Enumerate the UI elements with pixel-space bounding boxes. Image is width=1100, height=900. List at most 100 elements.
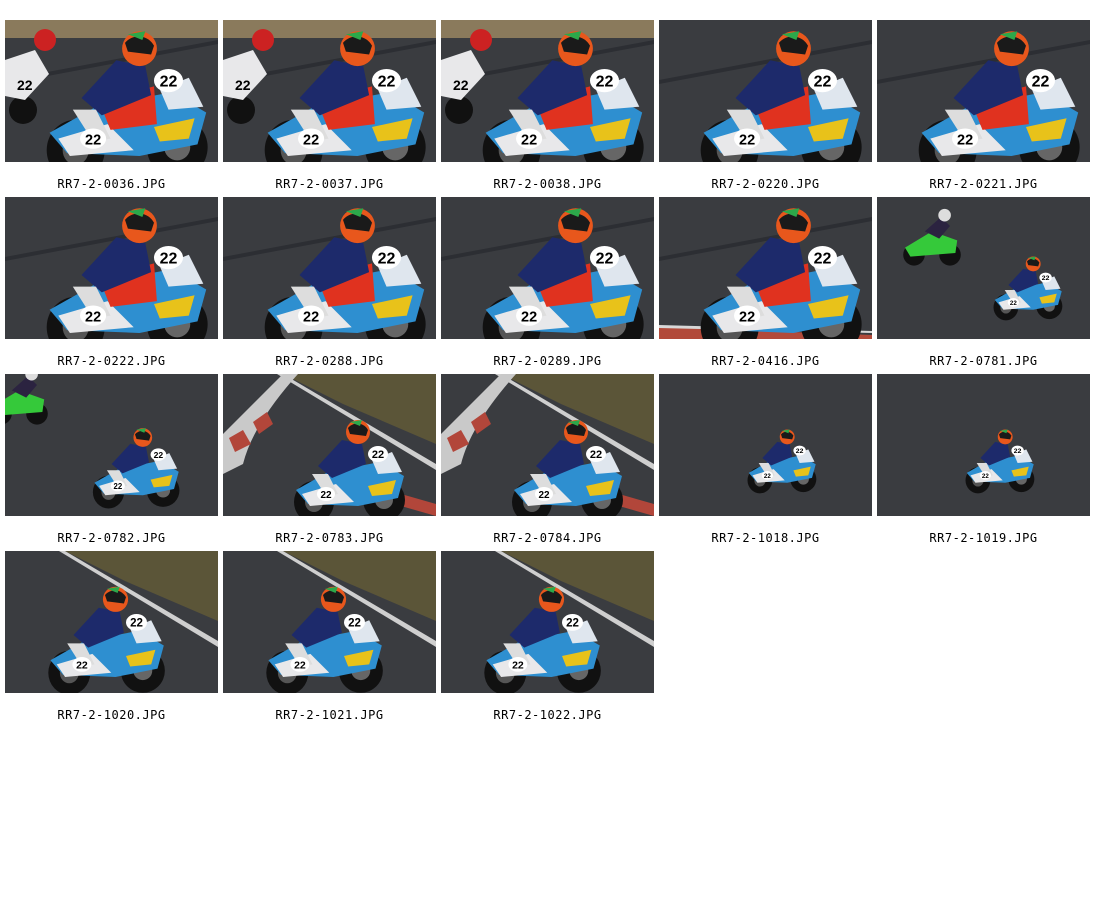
photo-thumbnail[interactable]: 22 22	[223, 197, 436, 339]
racing-photo: 22 22 22	[223, 20, 436, 162]
svg-text:22: 22	[1032, 73, 1050, 90]
racing-photo: 22 22 22	[441, 20, 654, 162]
photo-filename[interactable]: RR7-2-1018.JPG	[659, 530, 872, 546]
photo-filename[interactable]: RR7-2-0036.JPG	[5, 176, 218, 192]
photo-thumbnail[interactable]: 22 22	[877, 20, 1090, 162]
svg-text:22: 22	[596, 73, 614, 90]
racing-photo: 22 22	[659, 197, 872, 339]
photo-filename[interactable]: RR7-2-1021.JPG	[223, 707, 436, 723]
photo-thumbnail[interactable]: 22 22	[5, 551, 218, 693]
photo-filename[interactable]: RR7-2-0289.JPG	[441, 353, 654, 369]
gallery-item[interactable]: 22 22 RR7-2-0289.JPG	[441, 197, 654, 374]
svg-text:22: 22	[303, 309, 319, 325]
photo-thumbnail[interactable]: 22 22 22	[441, 20, 654, 162]
photo-thumbnail[interactable]: 22 22	[877, 374, 1090, 516]
svg-text:22: 22	[521, 309, 537, 325]
gallery-item[interactable]: 22 22 RR7-2-0784.JPG	[441, 374, 654, 551]
svg-text:22: 22	[453, 77, 469, 93]
gallery-item[interactable]: 22 22 RR7-2-1019.JPG	[877, 374, 1090, 551]
racing-photo: 22 22	[5, 551, 218, 693]
svg-text:22: 22	[1010, 300, 1017, 307]
racing-photo: 22 22	[441, 374, 654, 516]
photo-thumbnail[interactable]: 22 22	[659, 374, 872, 516]
photo-filename[interactable]: RR7-2-0038.JPG	[441, 176, 654, 192]
gallery-item[interactable]: 22 22 RR7-2-1018.JPG	[659, 374, 872, 551]
racing-photo: 22 22	[877, 20, 1090, 162]
gallery-item[interactable]: 22 22 22 RR7-2-0036.JPG	[5, 20, 218, 197]
racing-photo: 22 22 22	[5, 20, 218, 162]
photo-filename[interactable]: RR7-2-0782.JPG	[5, 530, 218, 546]
svg-text:22: 22	[1014, 448, 1022, 455]
photo-filename[interactable]: RR7-2-0220.JPG	[659, 176, 872, 192]
photo-thumbnail[interactable]: 22 22 22	[5, 20, 218, 162]
racing-photo: 22 22	[659, 20, 872, 162]
racing-photo: 22 22	[5, 374, 218, 516]
photo-filename[interactable]: RR7-2-1022.JPG	[441, 707, 654, 723]
photo-thumbnail[interactable]: 22 22	[223, 551, 436, 693]
photo-thumbnail[interactable]: 22 22	[223, 374, 436, 516]
photo-filename[interactable]: RR7-2-0037.JPG	[223, 176, 436, 192]
racing-photo: 22 22	[5, 197, 218, 339]
racing-photo: 22 22	[441, 551, 654, 693]
photo-filename[interactable]: RR7-2-1020.JPG	[5, 707, 218, 723]
photo-thumbnail[interactable]: 22 22 22	[223, 20, 436, 162]
gallery-item[interactable]: 22 22 22 RR7-2-0038.JPG	[441, 20, 654, 197]
svg-text:22: 22	[320, 490, 332, 501]
gallery-item[interactable]: 22 22 RR7-2-0782.JPG	[5, 374, 218, 551]
photo-thumbnail[interactable]: 22 22	[5, 197, 218, 339]
photo-thumbnail[interactable]: 22 22	[5, 374, 218, 516]
svg-text:22: 22	[739, 132, 755, 148]
racing-photo: 22 22	[877, 197, 1090, 339]
svg-text:22: 22	[764, 473, 771, 480]
photo-thumbnail[interactable]: 22 22	[877, 197, 1090, 339]
svg-text:22: 22	[113, 482, 122, 491]
svg-text:22: 22	[303, 132, 319, 148]
gallery-item[interactable]: 22 22 RR7-2-0222.JPG	[5, 197, 218, 374]
svg-text:22: 22	[85, 309, 101, 325]
photo-thumbnail[interactable]: 22 22	[659, 197, 872, 339]
photo-filename[interactable]: RR7-2-0416.JPG	[659, 353, 872, 369]
svg-text:22: 22	[814, 250, 832, 267]
photo-filename[interactable]: RR7-2-1019.JPG	[877, 530, 1090, 546]
svg-text:22: 22	[160, 250, 178, 267]
svg-text:22: 22	[596, 250, 614, 267]
photo-filename[interactable]: RR7-2-0783.JPG	[223, 530, 436, 546]
gallery-item[interactable]: 22 22 RR7-2-0220.JPG	[659, 20, 872, 197]
svg-text:22: 22	[378, 73, 396, 90]
photo-filename[interactable]: RR7-2-0221.JPG	[877, 176, 1090, 192]
gallery-item[interactable]: 22 22 RR7-2-0416.JPG	[659, 197, 872, 374]
svg-text:22: 22	[378, 250, 396, 267]
racing-photo: 22 22	[659, 374, 872, 516]
racing-photo: 22 22	[223, 374, 436, 516]
svg-text:22: 22	[85, 132, 101, 148]
gallery-item[interactable]: 22 22 RR7-2-0221.JPG	[877, 20, 1090, 197]
photo-thumbnail[interactable]: 22 22	[441, 197, 654, 339]
gallery-item[interactable]: 22 22 RR7-2-0783.JPG	[223, 374, 436, 551]
svg-text:22: 22	[512, 660, 524, 672]
gallery-item[interactable]: 22 22 RR7-2-0288.JPG	[223, 197, 436, 374]
photo-thumbnail[interactable]: 22 22	[441, 374, 654, 516]
racing-photo: 22 22	[223, 551, 436, 693]
gallery-item[interactable]: 22 22 RR7-2-0781.JPG	[877, 197, 1090, 374]
svg-text:22: 22	[372, 449, 384, 461]
svg-text:22: 22	[160, 73, 178, 90]
photo-thumbnail[interactable]: 22 22	[659, 20, 872, 162]
gallery-item[interactable]: 22 22 RR7-2-1021.JPG	[223, 551, 436, 728]
photo-filename[interactable]: RR7-2-0781.JPG	[877, 353, 1090, 369]
svg-text:22: 22	[235, 77, 251, 93]
svg-text:22: 22	[76, 660, 88, 672]
photo-thumbnail[interactable]: 22 22	[441, 551, 654, 693]
photo-filename[interactable]: RR7-2-0288.JPG	[223, 353, 436, 369]
svg-text:22: 22	[154, 450, 164, 460]
photo-filename[interactable]: RR7-2-0784.JPG	[441, 530, 654, 546]
svg-text:22: 22	[538, 490, 550, 501]
gallery-item[interactable]: 22 22 22 RR7-2-0037.JPG	[223, 20, 436, 197]
photo-gallery: 22 22 22 RR7-2-0036.JPG 22 22 22 RR7-2-0037.JPG…	[5, 20, 1095, 728]
gallery-item[interactable]: 22 22 RR7-2-1020.JPG	[5, 551, 218, 728]
svg-text:22: 22	[294, 660, 306, 672]
svg-text:22: 22	[17, 77, 33, 93]
photo-filename[interactable]: RR7-2-0222.JPG	[5, 353, 218, 369]
svg-text:22: 22	[739, 309, 755, 325]
gallery-item[interactable]: 22 22 RR7-2-1022.JPG	[441, 551, 654, 728]
svg-text:22: 22	[348, 618, 361, 630]
